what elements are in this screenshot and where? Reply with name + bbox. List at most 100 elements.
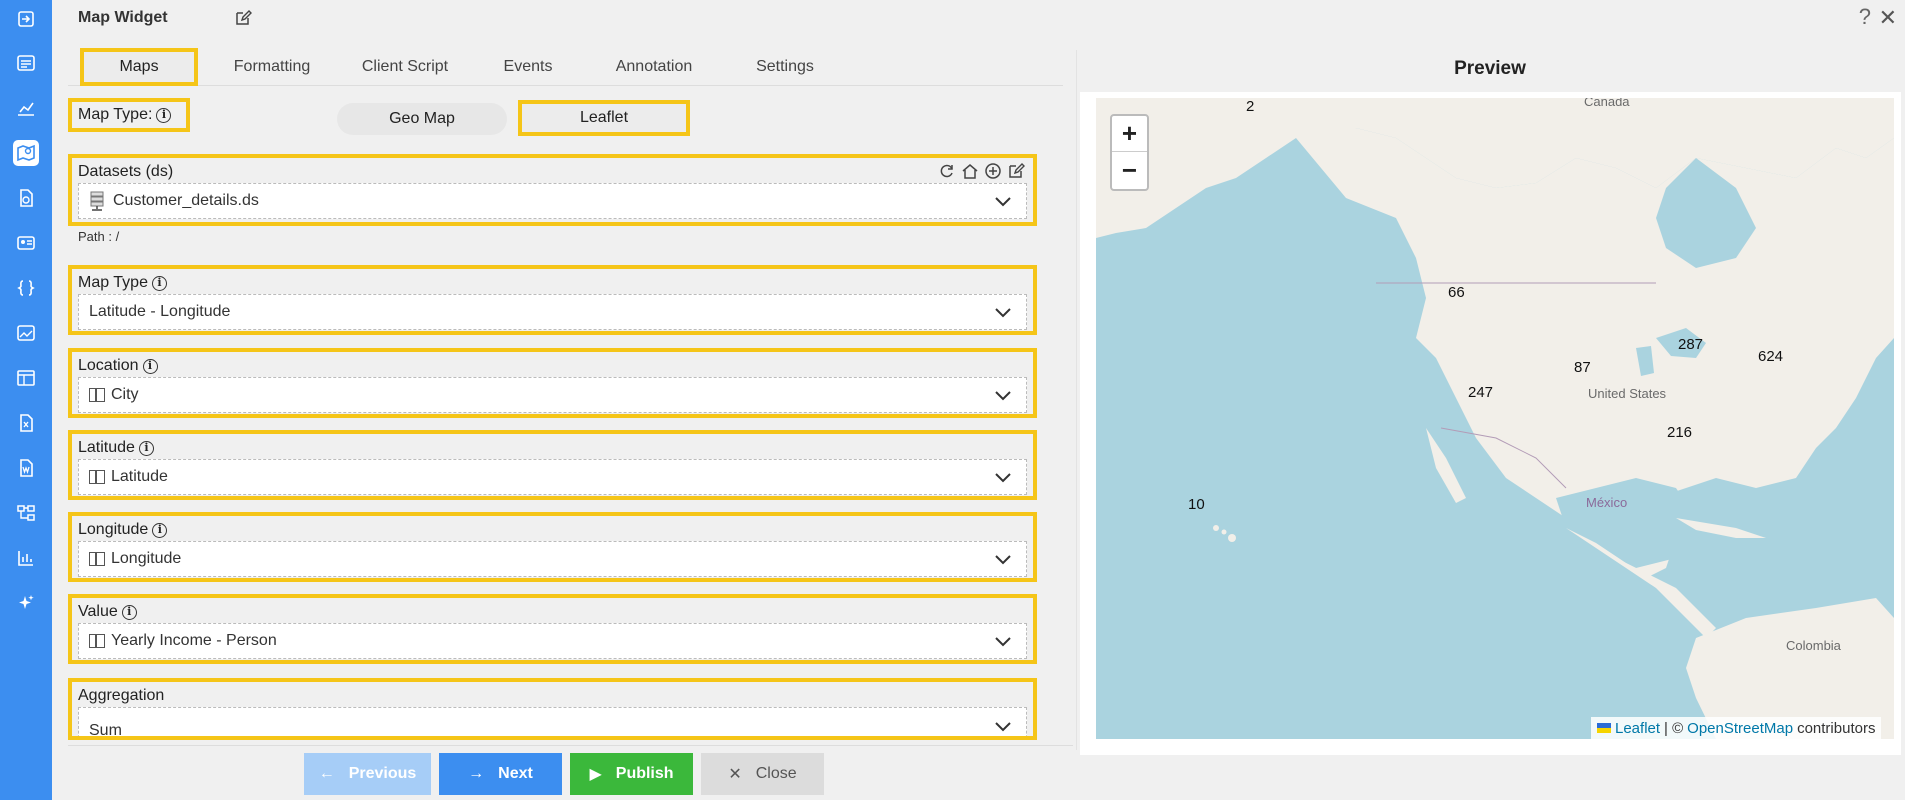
dataset-value: Customer_details.ds [113, 192, 259, 209]
place-label-usa: United States [1588, 386, 1667, 401]
info-icon[interactable]: i [138, 440, 154, 456]
column-icon [89, 634, 105, 648]
osm-link[interactable]: OpenStreetMap [1687, 720, 1793, 737]
zoom-control: + − [1110, 114, 1149, 191]
info-icon[interactable]: i [152, 522, 168, 538]
info-icon[interactable]: i [142, 358, 158, 374]
bubble-label[interactable]: 66 [1448, 284, 1465, 301]
datasets-field: Datasets (ds) Customer_details.ds [68, 154, 1037, 226]
aggregation-field: Aggregation Sum [68, 678, 1037, 740]
bubble-label[interactable]: 287 [1678, 336, 1703, 353]
zoom-out-button[interactable]: − [1112, 152, 1147, 188]
location-select[interactable]: City [78, 377, 1027, 413]
info-icon[interactable]: i [156, 107, 172, 123]
contact-card-icon[interactable] [13, 230, 39, 256]
chevron-down-icon[interactable] [994, 551, 1012, 569]
location-field: Location i City [68, 348, 1037, 418]
bar-stats-icon[interactable] [13, 545, 39, 571]
left-nav-rail [0, 0, 52, 800]
attribution-separator: | © [1664, 719, 1684, 737]
tab-events[interactable]: Events [478, 48, 578, 86]
close-window-icon[interactable]: ✕ [1879, 5, 1897, 31]
value-label: Value [78, 603, 118, 620]
geo-map-option[interactable]: Geo Map [337, 103, 507, 135]
leaflet-map[interactable]: 2 66 87 287 624 247 216 10 Canada United… [1096, 98, 1894, 739]
leaflet-option[interactable]: Leaflet [518, 100, 690, 136]
bubble-label[interactable]: 87 [1574, 359, 1591, 376]
map-widget-icon[interactable] [13, 140, 39, 166]
tab-maps[interactable]: Maps [80, 48, 198, 86]
value-select[interactable]: Yearly Income - Person [78, 623, 1027, 659]
help-icon[interactable]: ? [1859, 4, 1871, 30]
add-circle-icon[interactable] [984, 162, 1002, 180]
table-layout-icon[interactable] [13, 365, 39, 391]
chart-image-icon[interactable] [13, 320, 39, 346]
zoom-in-button[interactable]: + [1112, 116, 1147, 152]
bubble-label[interactable]: 216 [1667, 424, 1692, 441]
aggregation-select[interactable]: Sum [78, 707, 1027, 736]
latitude-select[interactable]: Latitude [78, 459, 1027, 495]
play-icon: ▶ [589, 766, 602, 783]
map-type-value: Latitude - Longitude [89, 303, 231, 320]
info-icon[interactable]: i [121, 604, 137, 620]
panel-splitter[interactable] [1076, 50, 1077, 750]
bubble-label[interactable]: 247 [1468, 384, 1493, 401]
dashboard-icon[interactable] [13, 50, 39, 76]
map-type-field-label: Map Type [78, 274, 148, 291]
preview-title: Preview [1454, 58, 1526, 79]
edit-title-icon[interactable] [234, 9, 252, 32]
place-label-mexico: México [1586, 495, 1628, 510]
dataset-path: Path : / [78, 229, 120, 244]
chevron-down-icon[interactable] [994, 193, 1012, 211]
dataset-select[interactable]: Customer_details.ds [78, 183, 1027, 219]
map-type-select[interactable]: Latitude - Longitude [78, 294, 1027, 330]
tab-client-script[interactable]: Client Script [340, 48, 470, 86]
excel-file-icon[interactable] [13, 410, 39, 436]
chevron-down-icon[interactable] [994, 718, 1012, 736]
tab-annotation[interactable]: Annotation [594, 48, 714, 86]
analytics-icon[interactable] [13, 95, 39, 121]
aggregation-label: Aggregation [78, 687, 165, 704]
report-icon[interactable] [13, 185, 39, 211]
dataset-file-icon [90, 191, 104, 211]
edit-icon[interactable] [1007, 162, 1025, 180]
previous-button[interactable]: ← Previous [304, 753, 431, 795]
next-label: Next [498, 765, 533, 782]
info-icon[interactable]: i [151, 275, 167, 291]
bubble-label[interactable]: 10 [1188, 496, 1205, 513]
publish-label: Publish [615, 765, 674, 782]
bubble-label[interactable]: 2 [1246, 98, 1254, 115]
home-icon[interactable] [961, 162, 979, 180]
dataset-tools [938, 162, 1025, 180]
chevron-down-icon[interactable] [994, 469, 1012, 487]
next-button[interactable]: → Next [439, 753, 562, 795]
arrow-right-icon: → [468, 765, 485, 782]
title-bar: Map Widget ? ✕ [52, 0, 1905, 36]
longitude-select[interactable]: Longitude [78, 541, 1027, 577]
location-label: Location [78, 357, 139, 374]
previous-label: Previous [348, 765, 417, 782]
leaflet-link[interactable]: Leaflet [1615, 720, 1660, 737]
location-value: City [111, 386, 139, 403]
place-label-canada: Canada [1584, 98, 1630, 109]
ai-sparkle-icon[interactable] [13, 590, 39, 616]
chevron-down-icon[interactable] [994, 387, 1012, 405]
attribution-contributors: contributors [1797, 719, 1876, 737]
latitude-label: Latitude [78, 439, 135, 456]
tab-settings[interactable]: Settings [730, 48, 840, 86]
map-type-label: Map Type: [78, 106, 153, 123]
tab-formatting[interactable]: Formatting [213, 48, 331, 86]
close-button[interactable]: ✕ Close [701, 753, 824, 795]
code-braces-icon[interactable] [13, 275, 39, 301]
refresh-icon[interactable] [938, 162, 956, 180]
chevron-down-icon[interactable] [994, 633, 1012, 651]
publish-button[interactable]: ▶ Publish [570, 753, 693, 795]
hierarchy-icon[interactable] [13, 500, 39, 526]
login-icon[interactable] [13, 6, 39, 32]
map-type-field: Map Type i Latitude - Longitude [68, 265, 1037, 335]
word-file-icon[interactable] [13, 455, 39, 481]
footer-divider [68, 745, 1073, 746]
close-label: Close [755, 765, 797, 782]
bubble-label[interactable]: 624 [1758, 348, 1783, 365]
chevron-down-icon[interactable] [994, 304, 1012, 322]
